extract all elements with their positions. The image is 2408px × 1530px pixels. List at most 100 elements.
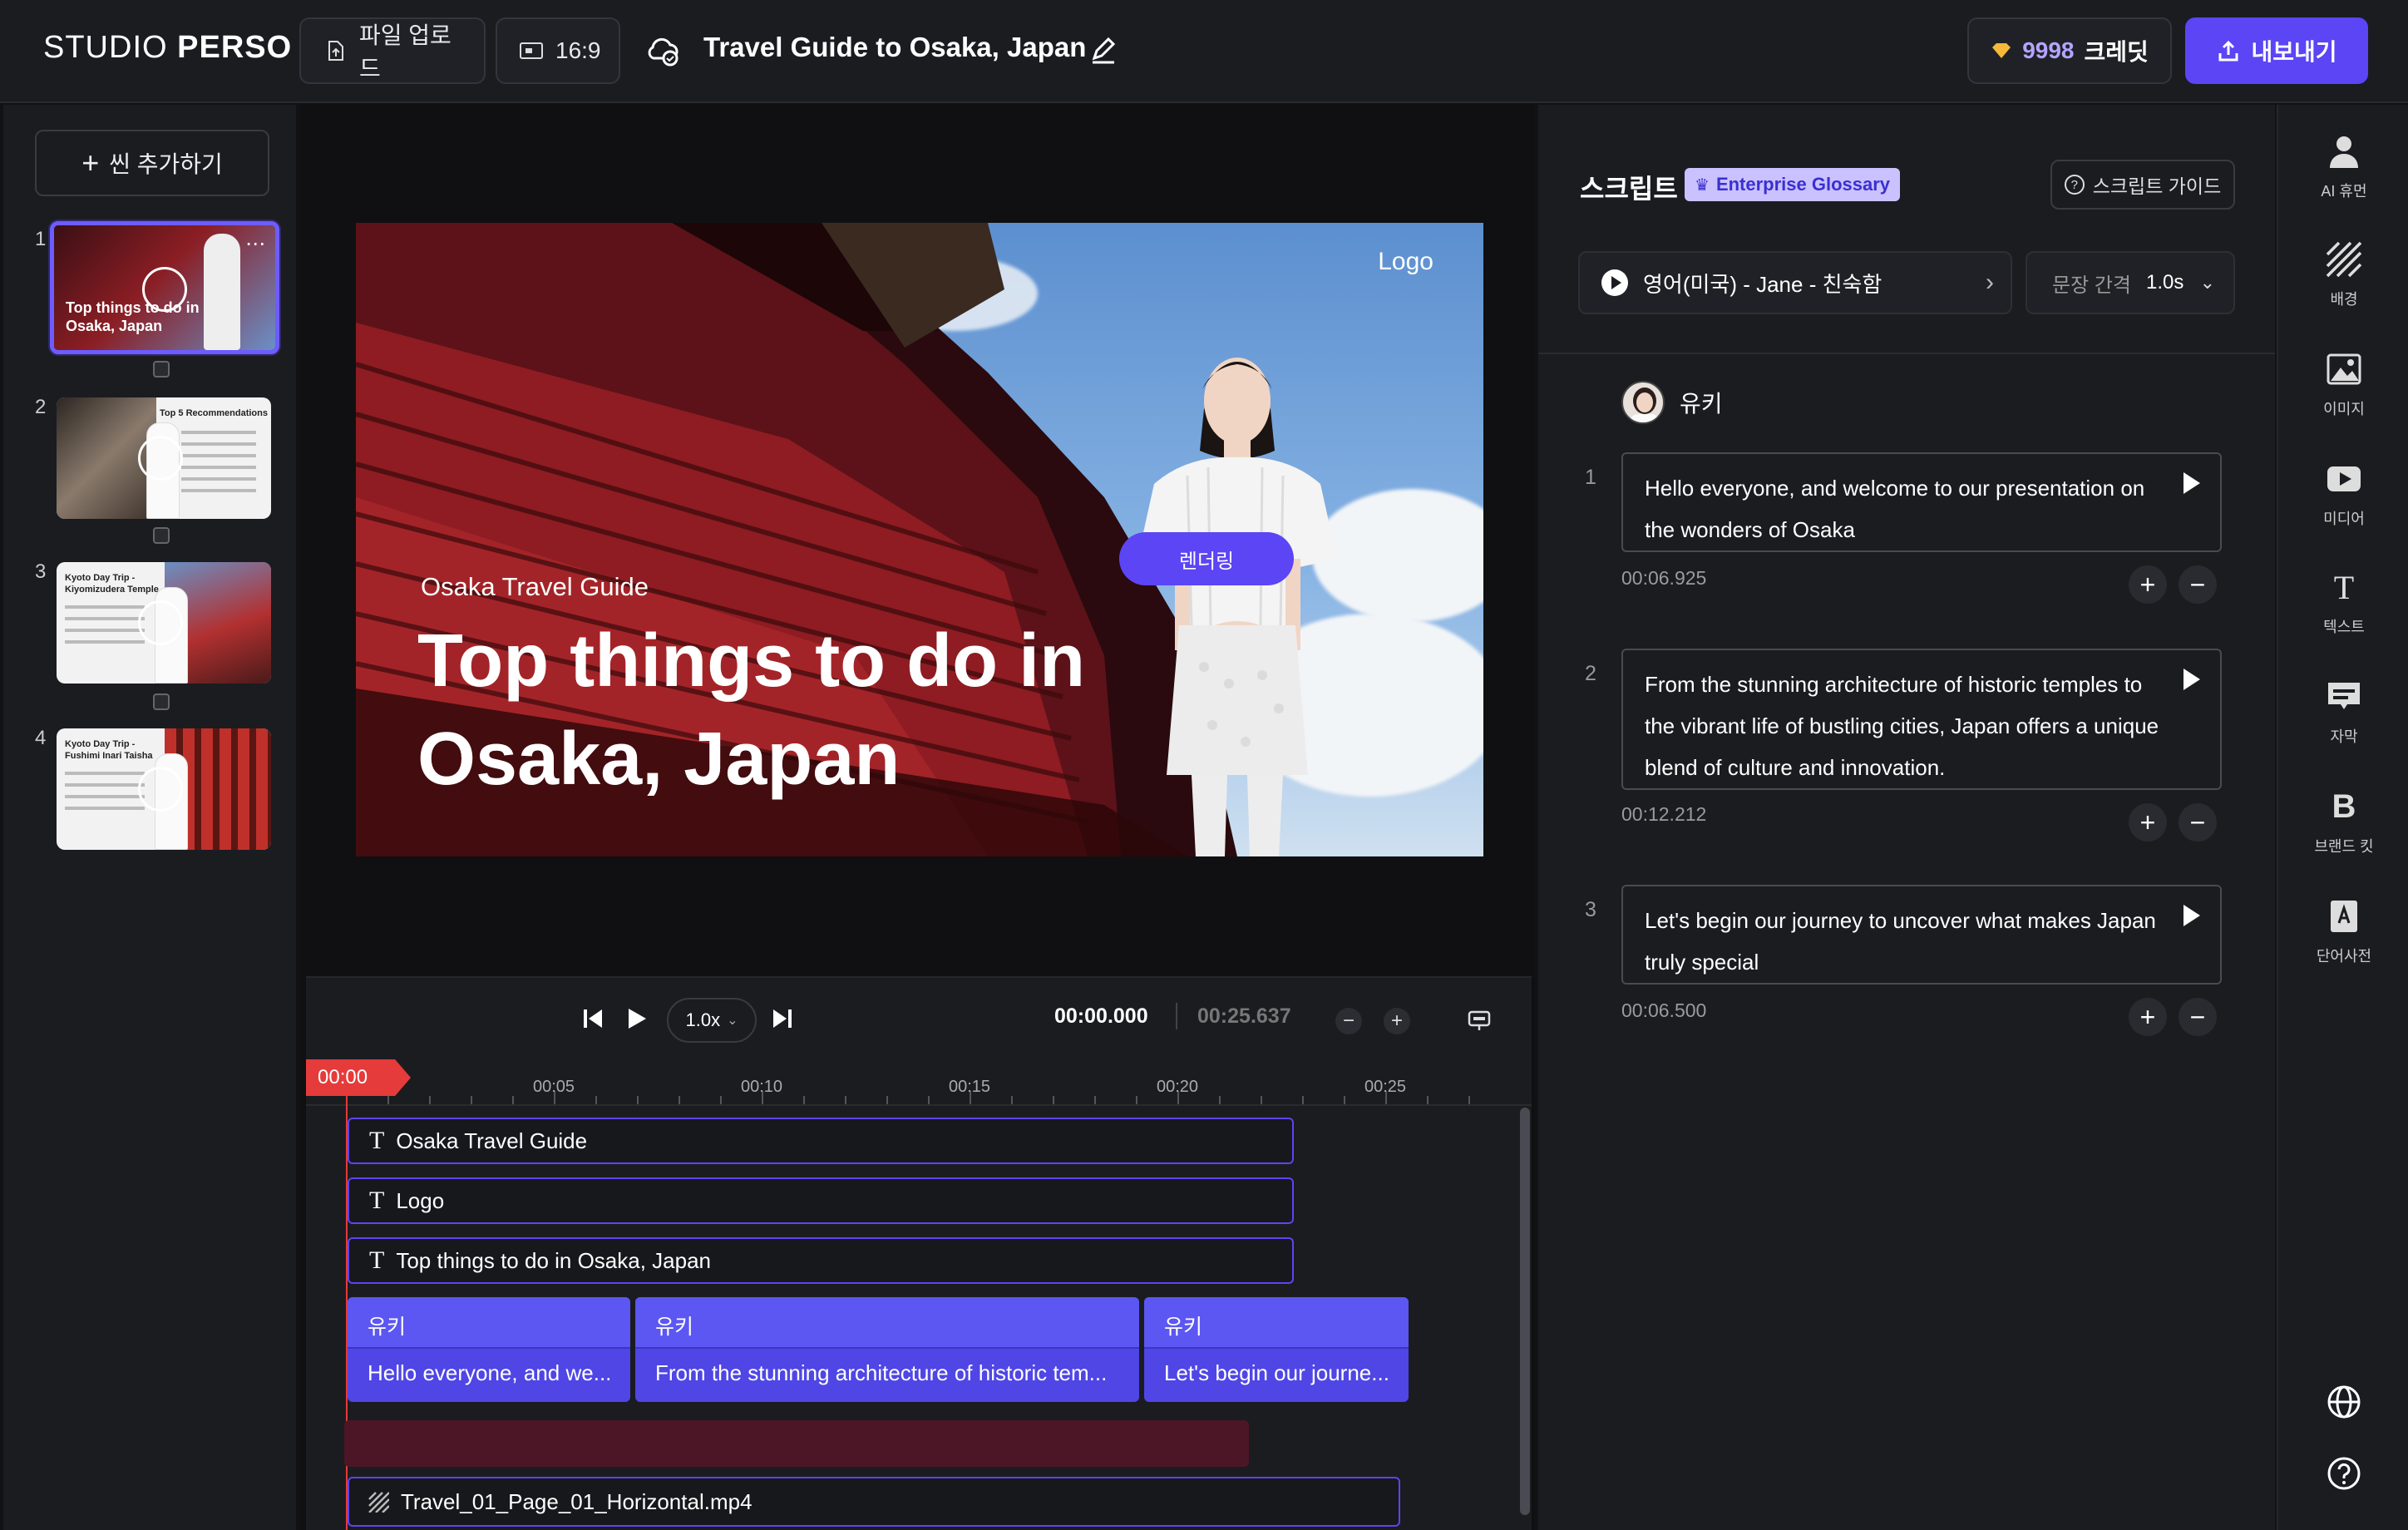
sidebar-item-ai-human[interactable]: AI 휴먼 bbox=[2278, 133, 2408, 201]
ruler-tick bbox=[845, 1096, 846, 1104]
play-sentence-icon[interactable] bbox=[2183, 669, 2200, 690]
sidebar-item-text[interactable]: T 텍스트 bbox=[2278, 569, 2408, 637]
remove-sentence-button[interactable]: − bbox=[2179, 565, 2217, 604]
tool-sidebar: AI 휴먼 배경 이미지 미디어 T 텍스트 자막 B 브랜드 킷 단어사전 bbox=[2277, 105, 2408, 1530]
scene-thumbnail[interactable]: Top things to do in Osaka, Japan ⋯ bbox=[50, 221, 279, 354]
scene-checkbox[interactable] bbox=[153, 693, 170, 710]
ratio-icon bbox=[520, 42, 543, 59]
scene-title: Kyoto Day Trip - Kiyomizudera Temple bbox=[65, 573, 159, 595]
text-track[interactable]: T Top things to do in Osaka, Japan bbox=[348, 1237, 1294, 1284]
ruler-tick bbox=[1302, 1096, 1304, 1104]
ruler-tick bbox=[1136, 1096, 1137, 1104]
sidebar-item-brand-kit[interactable]: B 브랜드 킷 bbox=[2278, 788, 2408, 856]
video-track[interactable]: Travel_01_Page_01_Horizontal.mp4 bbox=[348, 1477, 1400, 1527]
speaker-avatar bbox=[1621, 381, 1665, 424]
text-type-icon: T bbox=[369, 1127, 385, 1154]
sidebar-item-dictionary[interactable]: 단어사전 bbox=[2278, 898, 2408, 966]
play-circle-icon bbox=[1601, 269, 1628, 296]
speaker-name: 유키 bbox=[1680, 391, 1723, 417]
ruler-tick bbox=[1344, 1096, 1345, 1104]
text-track[interactable]: T Osaka Travel Guide bbox=[348, 1118, 1294, 1164]
sidebar-item-label: 텍스트 bbox=[2323, 619, 2365, 635]
text-track[interactable]: T Logo bbox=[348, 1177, 1294, 1224]
sentence-editor[interactable]: From the stunning architecture of histor… bbox=[1621, 649, 2222, 790]
export-button[interactable]: 내보내기 bbox=[2185, 17, 2368, 84]
scene-title: Top 5 Recommendations bbox=[160, 408, 268, 418]
skip-forward-icon[interactable] bbox=[770, 1006, 795, 1031]
aspect-ratio-label: 16:9 bbox=[555, 37, 601, 63]
timeline-scrollbar[interactable] bbox=[1520, 1108, 1530, 1515]
video-canvas[interactable]: Logo 렌더링 Osaka Travel Guide Top things t… bbox=[356, 223, 1483, 856]
sidebar-item-background[interactable]: 배경 bbox=[2278, 241, 2408, 309]
playhead[interactable]: 00:00 bbox=[306, 1059, 411, 1096]
canvas-headline[interactable]: Top things to do in Osaka, Japan bbox=[417, 612, 1099, 808]
scene-thumbnail[interactable]: Kyoto Day Trip - Kiyomizudera Temple bbox=[57, 562, 271, 684]
voice-clip[interactable]: 유키 Hello everyone, and we... bbox=[348, 1297, 630, 1402]
scene-thumbnail[interactable]: Top 5 Recommendations bbox=[57, 397, 271, 519]
total-time: 00:25.637 bbox=[1197, 1004, 1291, 1028]
globe-icon[interactable] bbox=[2326, 1384, 2362, 1420]
play-sentence-icon[interactable] bbox=[2183, 472, 2200, 494]
voice-clip[interactable]: 유키 From the stunning architecture of his… bbox=[635, 1297, 1139, 1402]
sentence-text: Let's begin our journey to uncover what … bbox=[1645, 908, 2156, 975]
ruler-label: 00:15 bbox=[948, 1078, 991, 1096]
scene-checkbox[interactable] bbox=[153, 361, 170, 378]
add-sentence-button[interactable]: + bbox=[2129, 565, 2167, 604]
play-icon[interactable] bbox=[624, 1006, 649, 1031]
caption-toggle-icon[interactable] bbox=[1467, 1008, 1492, 1033]
rendering-badge: 렌더링 bbox=[1119, 532, 1294, 585]
canvas-logo-text[interactable]: Logo bbox=[1378, 248, 1433, 276]
ruler-tick bbox=[1094, 1096, 1096, 1104]
person-icon bbox=[2330, 136, 2358, 168]
sentence-number: 2 bbox=[1585, 662, 1596, 685]
remove-sentence-button[interactable]: − bbox=[2179, 803, 2217, 842]
ruler-tick bbox=[595, 1096, 597, 1104]
zoom-in-icon[interactable]: + bbox=[1384, 1008, 1410, 1034]
text-type-icon: T bbox=[369, 1187, 385, 1214]
check-icon bbox=[138, 600, 183, 645]
gem-icon bbox=[1992, 43, 2011, 58]
enterprise-glossary-badge[interactable]: ♛ Enterprise Glossary bbox=[1685, 168, 1901, 201]
export-label: 내보내기 bbox=[2251, 39, 2337, 65]
sentence-editor[interactable]: Hello everyone, and welcome to our prese… bbox=[1621, 452, 2222, 552]
zoom-out-icon[interactable]: − bbox=[1335, 1008, 1362, 1034]
text-track-label: Top things to do in Osaka, Japan bbox=[396, 1247, 712, 1273]
plus-icon: + bbox=[81, 146, 100, 180]
sidebar-item-label: 배경 bbox=[2330, 291, 2358, 308]
sidebar-item-label: 브랜드 킷 bbox=[2314, 838, 2374, 855]
image-icon bbox=[2327, 353, 2361, 385]
voice-clip[interactable]: 유키 Let's begin our journe... bbox=[1144, 1297, 1409, 1402]
add-sentence-button[interactable]: + bbox=[2129, 998, 2167, 1036]
brand-kit-icon: B bbox=[2332, 787, 2356, 825]
sidebar-item-subtitle[interactable]: 자막 bbox=[2278, 679, 2408, 747]
crown-icon: ♛ bbox=[1695, 175, 1710, 195]
play-sentence-icon[interactable] bbox=[2183, 905, 2200, 926]
playback-controls: 1.0x ⌄ 00:00.000 00:25.637 − + bbox=[306, 976, 1532, 1059]
remove-sentence-button[interactable]: − bbox=[2179, 998, 2217, 1036]
sentence-duration: 00:06.925 bbox=[1621, 567, 1707, 589]
add-sentence-button[interactable]: + bbox=[2129, 803, 2167, 842]
scene-thumbnail[interactable]: Kyoto Day Trip - Fushimi Inari Taisha bbox=[57, 728, 271, 850]
help-icon[interactable] bbox=[2326, 1455, 2362, 1492]
sidebar-item-media[interactable]: 미디어 bbox=[2278, 461, 2408, 529]
script-guide-button[interactable]: ? 스크립트 가이드 bbox=[2050, 160, 2235, 210]
ai-human-track[interactable] bbox=[344, 1420, 1249, 1467]
sidebar-item-image[interactable]: 이미지 bbox=[2278, 351, 2408, 419]
credits-badge[interactable]: 9998 크레딧 bbox=[1967, 17, 2172, 84]
canvas-subtitle[interactable]: Osaka Travel Guide bbox=[421, 572, 649, 602]
aspect-ratio-button[interactable]: 16:9 bbox=[496, 17, 620, 84]
add-scene-button[interactable]: + 씬 추가하기 bbox=[35, 130, 269, 196]
skip-back-icon[interactable] bbox=[580, 1006, 605, 1031]
scene-checkbox[interactable] bbox=[153, 527, 170, 544]
sidebar-item-label: 단어사전 bbox=[2316, 948, 2372, 965]
edit-title-icon[interactable] bbox=[1089, 37, 1118, 65]
more-options-icon[interactable]: ⋯ bbox=[245, 232, 265, 256]
speed-select[interactable]: 1.0x ⌄ bbox=[667, 998, 757, 1043]
chevron-down-icon: ⌄ bbox=[727, 1014, 738, 1028]
sentence-editor[interactable]: Let's begin our journey to uncover what … bbox=[1621, 885, 2222, 985]
sentence-gap-select[interactable]: 문장 간격 1.0s ⌄ bbox=[2026, 251, 2235, 314]
voice-select[interactable]: 영어(미국) - Jane - 친숙함 › bbox=[1578, 251, 2012, 314]
check-icon bbox=[142, 267, 187, 312]
voice-clip-text: From the stunning architecture of histor… bbox=[655, 1360, 1108, 1385]
upload-file-button[interactable]: 파일 업로드 bbox=[299, 17, 486, 84]
